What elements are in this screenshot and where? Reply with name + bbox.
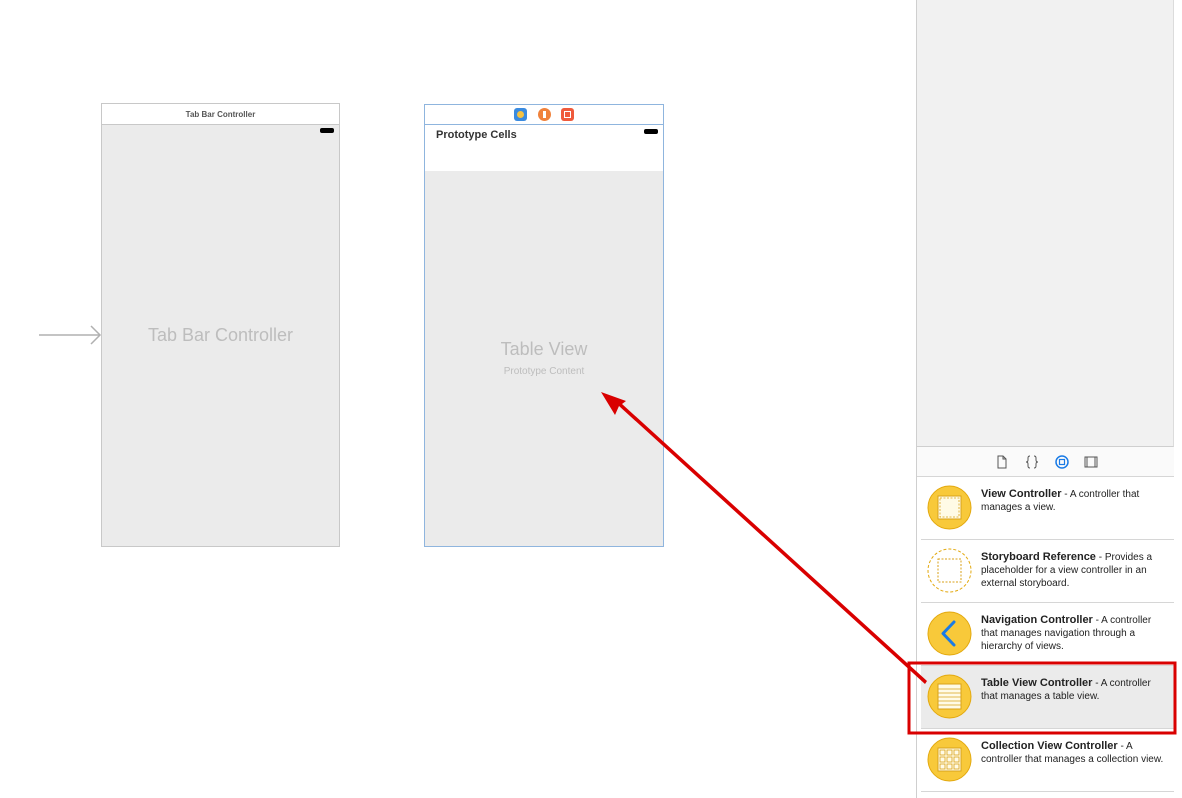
library-item-name: Storyboard Reference <box>981 551 1096 563</box>
library-item-collection-view-controller[interactable]: Collection View Controller - A controlle… <box>921 729 1174 792</box>
battery-icon <box>644 129 658 134</box>
library-item-name: Table View Controller <box>981 677 1093 689</box>
storyboard-reference-icon <box>927 548 972 593</box>
initial-scene-arrow[interactable] <box>39 322 103 348</box>
library-item-name: View Controller <box>981 488 1062 500</box>
first-responder-icon[interactable] <box>538 108 551 121</box>
library-item-description: Table View Controller - A controller tha… <box>981 677 1166 703</box>
library-item-description: View Controller - A controller that mana… <box>981 488 1166 514</box>
object-library-list: View Controller - A controller that mana… <box>917 477 1174 792</box>
exit-icon[interactable] <box>561 108 574 121</box>
table-view-controller-icon <box>927 674 972 719</box>
library-item-description: Navigation Controller - A controller tha… <box>981 614 1166 653</box>
inspector-area <box>917 0 1174 447</box>
file-template-icon[interactable] <box>995 455 1009 469</box>
prototype-content-label: Prototype Content <box>503 366 585 377</box>
utilities-panel: View Controller - A controller that mana… <box>916 0 1182 798</box>
table-view-label: Table View <box>500 339 588 359</box>
table-view-controller-scene[interactable]: Prototype Cells Table View Prototype Con… <box>424 104 664 547</box>
library-item-navigation-controller[interactable]: Navigation Controller - A controller tha… <box>921 603 1174 666</box>
prototype-cells-label: Prototype Cells <box>436 129 517 141</box>
scene-title[interactable]: Tab Bar Controller <box>102 104 339 125</box>
collection-view-controller-icon <box>927 737 972 782</box>
battery-icon <box>320 128 334 133</box>
library-item-table-view-controller[interactable]: Table View Controller - A controller tha… <box>921 666 1174 729</box>
media-library-icon[interactable] <box>1084 455 1098 469</box>
library-item-view-controller[interactable]: View Controller - A controller that mana… <box>921 477 1174 540</box>
scene-dock <box>425 105 663 125</box>
storyboard-canvas[interactable]: Tab Bar Controller Tab Bar Controller Pr… <box>0 0 1182 798</box>
navigation-controller-icon <box>927 611 972 656</box>
library-item-description: Collection View Controller - A controlle… <box>981 740 1166 766</box>
library-item-name: Collection View Controller <box>981 740 1118 752</box>
library-tab-bar <box>917 447 1174 477</box>
library-item-storyboard-reference[interactable]: Storyboard Reference - Provides a placeh… <box>921 540 1174 603</box>
library-item-name: Navigation Controller <box>981 614 1093 626</box>
view-controller-icon <box>927 485 972 530</box>
scene-placeholder-label: Tab Bar Controller <box>147 325 294 345</box>
library-item-description: Storyboard Reference - Provides a placeh… <box>981 551 1166 590</box>
code-snippet-icon[interactable] <box>1025 455 1039 469</box>
prototype-cells-header[interactable]: Prototype Cells <box>425 125 663 171</box>
view-controller-icon[interactable] <box>514 108 527 121</box>
tab-bar-controller-scene[interactable]: Tab Bar Controller Tab Bar Controller <box>101 103 340 547</box>
object-library-icon[interactable] <box>1055 455 1069 469</box>
